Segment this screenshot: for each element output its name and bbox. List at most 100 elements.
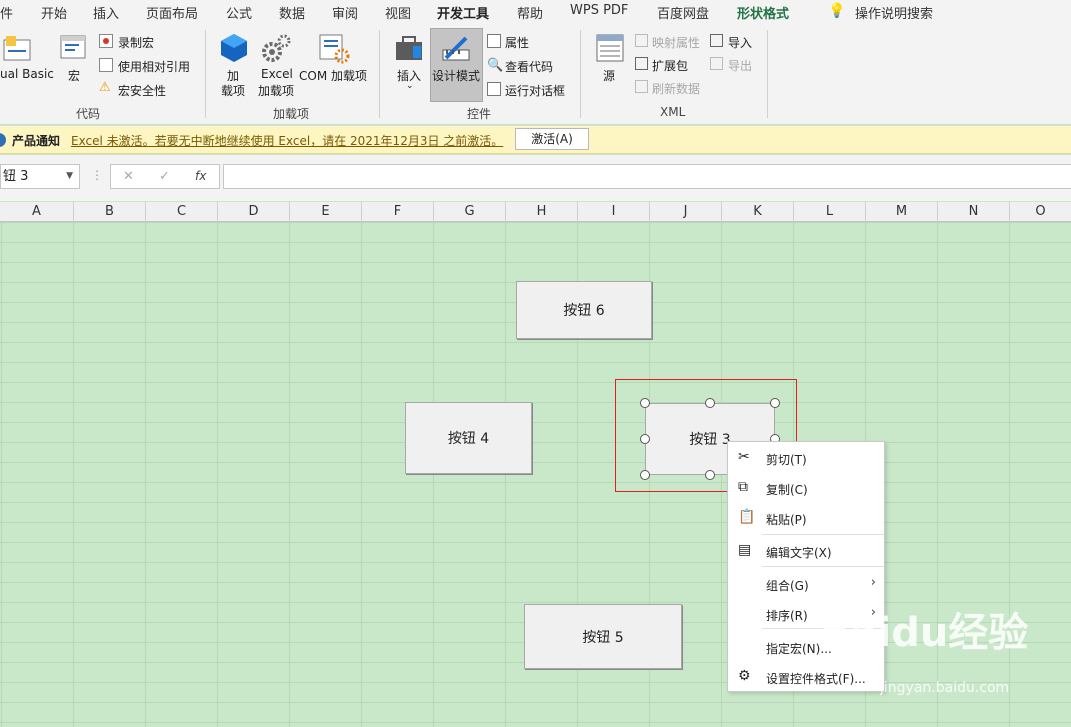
tab-page-layout[interactable]: 页面布局 [146, 3, 198, 22]
tab-data[interactable]: 数据 [279, 3, 305, 22]
com-addin-icon [319, 34, 350, 64]
column-header[interactable]: K [722, 202, 794, 222]
addins-button-line2[interactable]: 载项 [221, 82, 245, 99]
column-header[interactable]: C [146, 202, 218, 222]
group-label-xml: XML [660, 105, 686, 119]
resize-handle[interactable] [770, 398, 780, 408]
column-header[interactable]: D [218, 202, 290, 222]
warning-icon: ⚠ [99, 80, 111, 95]
map-properties-button[interactable]: 映射属性 [652, 34, 700, 51]
activate-button[interactable]: 激活(A) [515, 128, 589, 150]
macro-icon [60, 35, 86, 59]
tab-review[interactable]: 审阅 [332, 3, 358, 22]
import-icon [710, 34, 723, 47]
expansion-packs-button[interactable]: 扩展包 [652, 57, 688, 74]
menu-item-cut[interactable]: ✂ 剪切(T) [728, 443, 884, 471]
import-button[interactable]: 导入 [728, 34, 752, 51]
relative-reference-button[interactable]: 使用相对引用 [118, 58, 190, 75]
resize-handle[interactable] [640, 398, 650, 408]
info-icon [0, 133, 6, 147]
menu-item-paste[interactable]: 📋 粘贴(P) [728, 503, 884, 531]
formula-input[interactable] [223, 164, 1071, 189]
visual-basic-button[interactable]: ual Basic [0, 67, 54, 81]
menu-item-edit-text[interactable]: ▤ 编辑文字(X) [728, 536, 884, 564]
record-macro-icon [99, 34, 113, 48]
record-macro-button[interactable]: 录制宏 [118, 34, 154, 51]
group-label-controls: 控件 [467, 107, 492, 121]
column-header[interactable]: H [506, 202, 578, 222]
design-mode-icon [442, 36, 470, 61]
macro-security-button[interactable]: 宏安全性 [118, 82, 166, 99]
copy-icon: ⧉ [738, 479, 748, 495]
tab-formulas[interactable]: 公式 [226, 3, 252, 22]
column-header[interactable]: A [0, 202, 74, 222]
map-properties-icon [635, 34, 648, 47]
insert-function-icon[interactable]: fx [195, 169, 206, 183]
tab-home[interactable]: 开始 [41, 3, 67, 22]
export-button[interactable]: 导出 [728, 57, 752, 74]
menu-bar: 件 开始 插入 页面布局 公式 数据 审阅 视图 开发工具 帮助 WPS PDF… [0, 0, 1071, 27]
tab-file[interactable]: 件 [0, 3, 13, 22]
column-header[interactable]: E [290, 202, 362, 222]
properties-button[interactable]: 属性 [505, 34, 529, 51]
menu-item-label: 组合(G) [766, 579, 809, 593]
form-button-6[interactable]: 按钮 6 [516, 281, 652, 339]
chevron-right-icon: › [870, 575, 876, 590]
watermark-url: jingyan.baidu.com [880, 680, 1010, 696]
tab-wps-pdf[interactable]: WPS PDF [570, 3, 628, 18]
refresh-data-icon [635, 80, 648, 93]
group-label-code: 代码 [76, 107, 101, 121]
com-addins-button[interactable]: COM 加载项 [299, 67, 367, 84]
notice-message-link[interactable]: Excel 未激活。若要无中断地继续使用 Excel，请在 2021年12月3日… [71, 132, 503, 149]
xml-source-button[interactable]: 源 [603, 67, 615, 84]
column-header[interactable]: M [866, 202, 938, 222]
tab-view[interactable]: 视图 [385, 3, 411, 22]
form-button-label: 按钮 4 [447, 431, 490, 447]
drag-handle-icon[interactable]: ⋮ [91, 168, 103, 182]
column-header[interactable]: F [362, 202, 434, 222]
resize-handle[interactable] [640, 434, 650, 444]
view-code-button[interactable]: 查看代码 [505, 58, 553, 75]
enter-icon[interactable]: ✓ [159, 169, 170, 184]
form-button-label: 按钮 6 [563, 303, 605, 319]
column-header[interactable]: B [74, 202, 146, 222]
name-box[interactable]: 钮 3 ▼ [0, 164, 80, 189]
menu-item-group[interactable]: 组合(G) › [728, 569, 884, 597]
tab-developer[interactable]: 开发工具 [437, 3, 490, 27]
run-dialog-button[interactable]: 运行对话框 [505, 82, 565, 99]
menu-item-label: 设置控件格式(F)... [766, 672, 866, 686]
column-header[interactable]: J [650, 202, 722, 222]
relative-reference-icon [99, 58, 113, 72]
resize-handle[interactable] [640, 470, 650, 480]
tell-me-search[interactable]: 操作说明搜索 [855, 3, 933, 22]
excel-addins-button-line2[interactable]: 加载项 [258, 82, 294, 99]
menu-item-label: 粘贴(P) [766, 513, 807, 527]
menu-item-copy[interactable]: ⧉ 复制(C) [728, 473, 884, 501]
formula-bar: 钮 3 ▼ ⋮ ✕ ✓ fx [0, 155, 1071, 201]
tab-shape-format[interactable]: 形状格式 [737, 3, 789, 22]
resize-handle[interactable] [705, 398, 715, 408]
resize-handle[interactable] [705, 470, 715, 480]
xml-source-icon [596, 34, 624, 62]
refresh-data-button[interactable]: 刷新数据 [652, 80, 700, 97]
excel-addins-button[interactable]: Excel [261, 67, 293, 81]
tab-insert[interactable]: 插入 [93, 3, 119, 22]
tab-help[interactable]: 帮助 [517, 3, 543, 22]
run-dialog-icon [487, 82, 501, 96]
column-header[interactable]: G [434, 202, 506, 222]
dropdown-arrow-icon[interactable]: ▼ [66, 165, 73, 188]
product-notice-bar: 产品通知 Excel 未激活。若要无中断地继续使用 Excel，请在 2021年… [0, 126, 1071, 154]
column-header[interactable]: O [1010, 202, 1071, 222]
design-mode-label: 设计模式 [432, 69, 481, 83]
menu-item-format-control[interactable]: ⚙ 设置控件格式(F)... [728, 662, 884, 690]
menu-item-label: 复制(C) [766, 483, 808, 497]
column-header[interactable]: L [794, 202, 866, 222]
form-button-5[interactable]: 按钮 5 [524, 604, 682, 669]
cancel-icon[interactable]: ✕ [123, 169, 134, 184]
column-header[interactable]: I [578, 202, 650, 222]
column-header[interactable]: N [938, 202, 1010, 222]
tab-baidu-netdisk[interactable]: 百度网盘 [657, 3, 709, 22]
menu-item-label: 剪切(T) [766, 453, 807, 467]
form-button-4[interactable]: 按钮 4 [405, 402, 532, 474]
macros-button[interactable]: 宏 [68, 67, 80, 84]
